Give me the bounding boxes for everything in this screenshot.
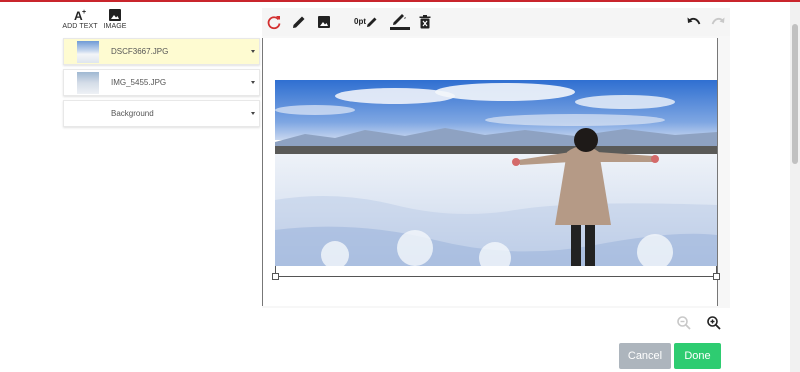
chevron-down-icon[interactable] — [251, 112, 255, 115]
stroke-size-button[interactable] — [364, 12, 380, 32]
layer-item[interactable]: DSCF3667.JPG — [63, 38, 260, 65]
border-color-icon — [390, 14, 410, 30]
zoom-in-icon[interactable] — [706, 315, 722, 331]
top-accent-line — [0, 0, 800, 2]
page-scrollbar[interactable] — [790, 2, 800, 372]
add-text-icon: A + — [74, 9, 86, 22]
delete-button[interactable] — [415, 12, 435, 32]
layer-thumbnail — [77, 41, 99, 63]
resize-handle[interactable] — [713, 273, 720, 280]
border-color-button[interactable] — [388, 12, 412, 32]
scrollbar-thumb[interactable] — [792, 24, 798, 164]
done-button[interactable]: Done — [674, 343, 721, 369]
zoom-out-icon[interactable] — [676, 315, 692, 331]
layer-name: IMG_5455.JPG — [111, 78, 167, 87]
editor-toolbar: 0pt — [262, 8, 730, 36]
layers-panel: DSCF3667.JPG IMG_5455.JPG Background — [63, 38, 260, 131]
add-image-button[interactable]: IMAGE — [95, 8, 135, 30]
delete-icon — [419, 15, 431, 29]
add-text-label: ADD TEXT — [62, 23, 98, 30]
chevron-down-icon[interactable] — [251, 50, 255, 53]
draw-button[interactable] — [289, 12, 309, 32]
cancel-button[interactable]: Cancel — [619, 343, 671, 369]
layer-name: DSCF3667.JPG — [111, 47, 169, 56]
undo-icon — [687, 17, 701, 25]
selection-border — [275, 276, 717, 277]
layer-item[interactable]: IMG_5455.JPG — [63, 69, 260, 96]
svg-text:+: + — [82, 9, 86, 16]
image-label: IMAGE — [103, 23, 127, 30]
snow-landscape-photo — [275, 80, 717, 266]
reload-button[interactable] — [264, 12, 284, 32]
pen-icon — [367, 17, 377, 27]
layer-item[interactable]: Background — [63, 100, 260, 127]
add-text-button[interactable]: A + ADD TEXT — [60, 8, 100, 30]
layer-name: Background — [111, 109, 154, 118]
image-icon — [109, 9, 121, 21]
layer-thumbnail — [77, 72, 99, 94]
redo-icon — [711, 17, 725, 25]
insert-image-button[interactable] — [314, 12, 334, 32]
pencil-icon — [293, 16, 305, 28]
chevron-down-icon[interactable] — [251, 81, 255, 84]
image-icon — [318, 16, 330, 28]
redo-button[interactable] — [708, 12, 728, 32]
undo-button[interactable] — [684, 12, 704, 32]
resize-handle[interactable] — [272, 273, 279, 280]
reload-icon — [267, 16, 281, 30]
photo-layer[interactable] — [275, 80, 717, 266]
